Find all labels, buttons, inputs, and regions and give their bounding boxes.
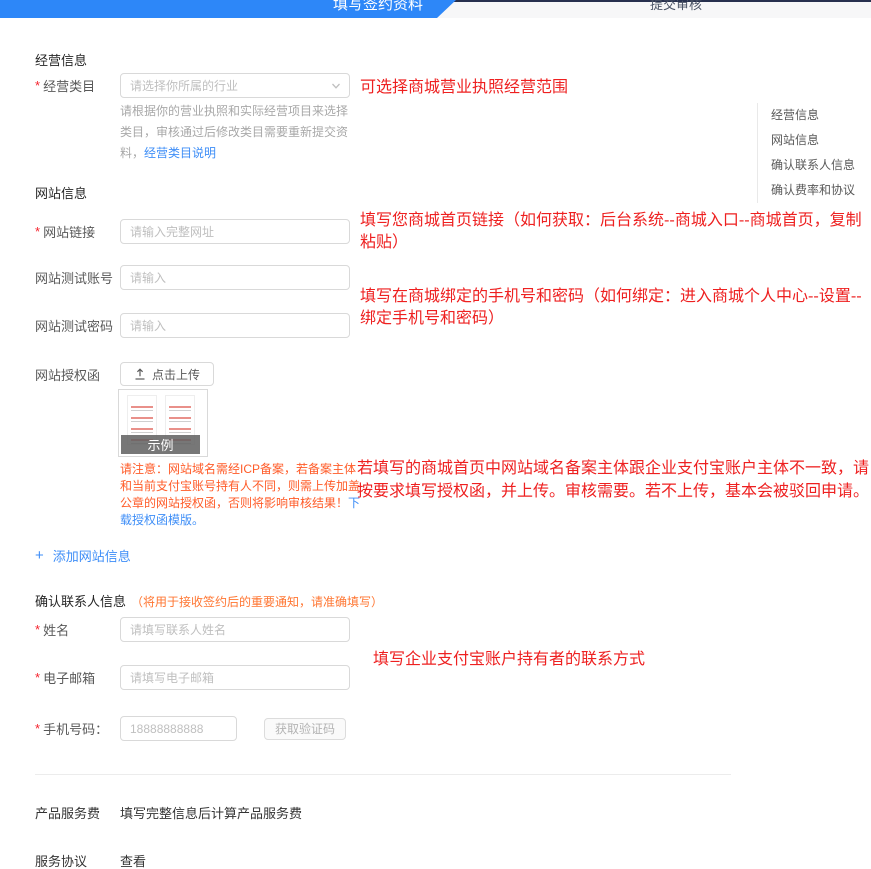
service-fee-label: 产品服务费 [35,803,120,822]
tab-fill-contract-info-label[interactable]: 填写签约资料 [333,0,423,14]
auth-letter-sample-image: 示例 [118,389,208,457]
service-agreement-label: 服务协议 [35,851,120,869]
business-category-select-input[interactable] [120,73,350,98]
anchor-nav-item-contact[interactable]: 确认联系人信息 [771,153,855,178]
required-mark: * [35,721,40,736]
row-business-category: * 经营类目 [35,73,350,98]
annotation-category: 可选择商城营业执照经营范围 [360,76,600,98]
contact-name-input[interactable] [120,617,350,642]
row-service-agreement: 服务协议 查看 [35,851,146,869]
anchor-nav-item-business[interactable]: 经营信息 [771,103,855,128]
annotation-auth-letter: 若填写的商城首页中网站域名备案主体跟企业支付宝账户主体不一致，请按要求填写授权函… [357,456,871,502]
contact-subtitle: （将用于接收签约后的重要通知，请准确填写） [131,595,383,609]
service-fee-value: 填写完整信息后计算产品服务费 [120,803,302,822]
row-auth-letter: 网站授权函 点击上传 [35,362,214,386]
business-category-select[interactable] [120,73,350,98]
contact-phone-label: * 手机号码： [35,719,120,738]
chevron-down-icon [331,81,341,91]
step-tabbar: 填写签约资料 提交审核 [0,0,871,18]
row-test-password: 网站测试密码 [35,313,350,338]
row-test-account: 网站测试账号 [35,265,350,290]
required-mark: * [35,78,40,93]
category-help-text: 请根据你的营业执照和实际经营项目来选择类目，审核通过后修改类目需要重新提交资料，… [120,101,356,164]
auth-letter-label: 网站授权函 [35,365,120,384]
anchor-nav-item-rate-agreement[interactable]: 确认费率和协议 [771,178,855,203]
required-mark: * [35,670,40,685]
annotation-contact: 填写企业支付宝账户持有者的联系方式 [373,648,673,670]
anchor-nav-item-website[interactable]: 网站信息 [771,128,855,153]
upload-button[interactable]: 点击上传 [120,362,214,386]
required-mark: * [35,622,40,637]
row-contact-phone: * 手机号码： 获取验证码 [35,716,346,741]
test-password-label: 网站测试密码 [35,316,120,335]
required-mark: * [35,224,40,239]
contact-email-input[interactable] [120,665,350,690]
test-account-label: 网站测试账号 [35,268,120,287]
annotation-test-credentials: 填写在商城绑定的手机号和密码（如何绑定：进入商城个人中心--设置--绑定手机号和… [360,285,871,329]
annotation-website-link: 填写您商城首页链接（如何获取：后台系统--商城入口--商城首页，复制粘贴） [360,209,871,253]
sample-badge: 示例 [121,435,200,454]
business-category-label: * 经营类目 [35,76,120,95]
add-website-link-label: 添加网站信息 [53,546,131,565]
auth-letter-notice: 请注意：网站域名需经ICP备案，若备案主体和当前支付宝账号持有人不同，则需上传加… [120,461,363,529]
upload-icon [134,368,146,380]
row-contact-name: * 姓名 [35,617,350,642]
tab-submit-review-label[interactable]: 提交审核 [650,0,702,13]
plus-icon: + [35,547,44,564]
get-sms-code-button[interactable]: 获取验证码 [264,718,346,740]
section-title-business: 经营信息 [35,50,87,69]
contact-phone-input[interactable] [120,716,237,741]
category-help-link[interactable]: 经营类目说明 [144,146,216,160]
anchor-nav: 经营信息 网站信息 确认联系人信息 确认费率和协议 [757,103,855,203]
add-website-link[interactable]: + 添加网站信息 [35,546,131,565]
test-password-input[interactable] [120,313,350,338]
contact-name-label: * 姓名 [35,620,120,639]
website-link-label: * 网站链接 [35,222,120,241]
contact-email-label: * 电子邮箱 [35,668,120,687]
test-account-input[interactable] [120,265,350,290]
upload-button-label: 点击上传 [152,366,200,383]
section-title-website: 网站信息 [35,183,87,202]
website-link-input[interactable] [120,219,350,244]
row-website-link: * 网站链接 [35,219,350,244]
section-divider [35,774,731,775]
row-service-fee: 产品服务费 填写完整信息后计算产品服务费 [35,803,302,822]
view-agreement-link[interactable]: 查看 [120,851,146,869]
section-title-contact: 确认联系人信息（将用于接收签约后的重要通知，请准确填写） [35,591,383,610]
signup-form-page: 填写签约资料 提交审核 经营信息 * 经营类目 可选择商城营业执照经营范围 请根… [0,0,871,869]
row-contact-email: * 电子邮箱 [35,665,350,690]
